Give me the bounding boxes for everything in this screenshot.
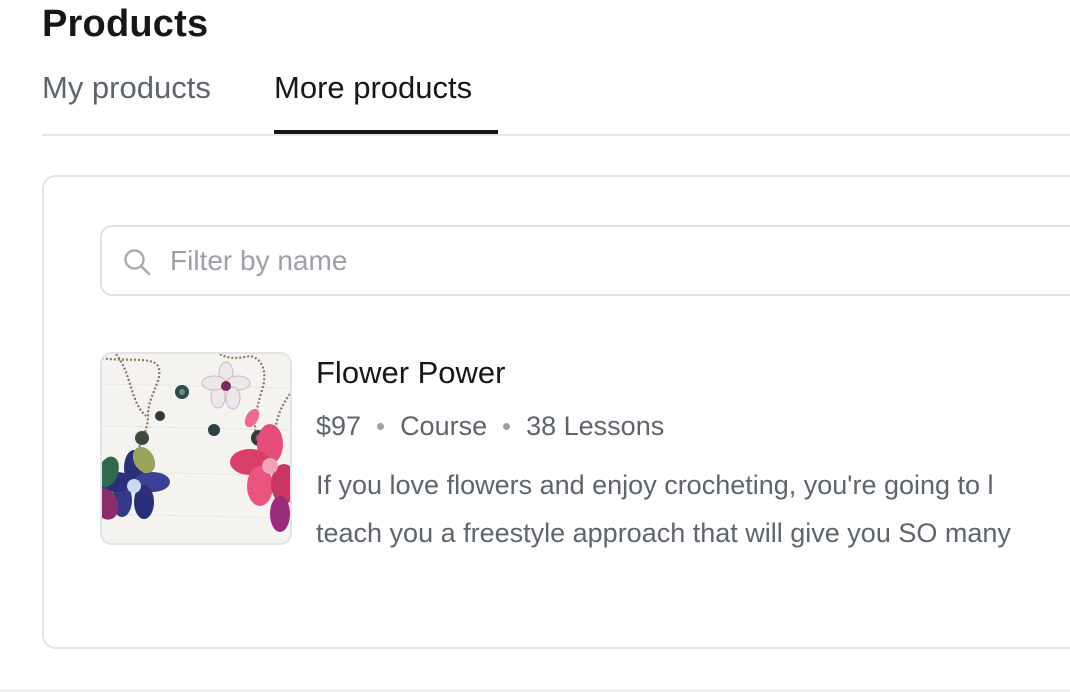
description-line: If you love flowers and enjoy crocheting…: [316, 470, 994, 500]
product-tabs: My products More products: [42, 64, 1070, 136]
tab-my-products[interactable]: My products: [42, 68, 211, 108]
search-box[interactable]: [100, 225, 1070, 296]
product-lessons: 38 Lessons: [526, 410, 665, 441]
products-page: Products My products More products Filte…: [0, 0, 1070, 692]
page-title: Products: [42, 3, 209, 45]
product-price: $97: [316, 410, 362, 441]
product-title[interactable]: Flower Power: [316, 353, 506, 393]
search-icon: [122, 247, 152, 277]
separator-dot: [503, 422, 511, 430]
product-meta: $97 Course 38 Lessons: [316, 407, 664, 445]
tab-more-products[interactable]: More products: [274, 68, 472, 108]
description-line: teach you a freestyle approach that will…: [316, 518, 1011, 548]
active-tab-indicator: [274, 130, 498, 134]
separator-dot: [377, 422, 385, 430]
product-description: If you love flowers and enjoy crocheting…: [316, 461, 1070, 557]
product-type: Course: [400, 410, 488, 441]
search-input[interactable]: [170, 237, 1070, 285]
product-thumbnail[interactable]: [100, 352, 292, 545]
